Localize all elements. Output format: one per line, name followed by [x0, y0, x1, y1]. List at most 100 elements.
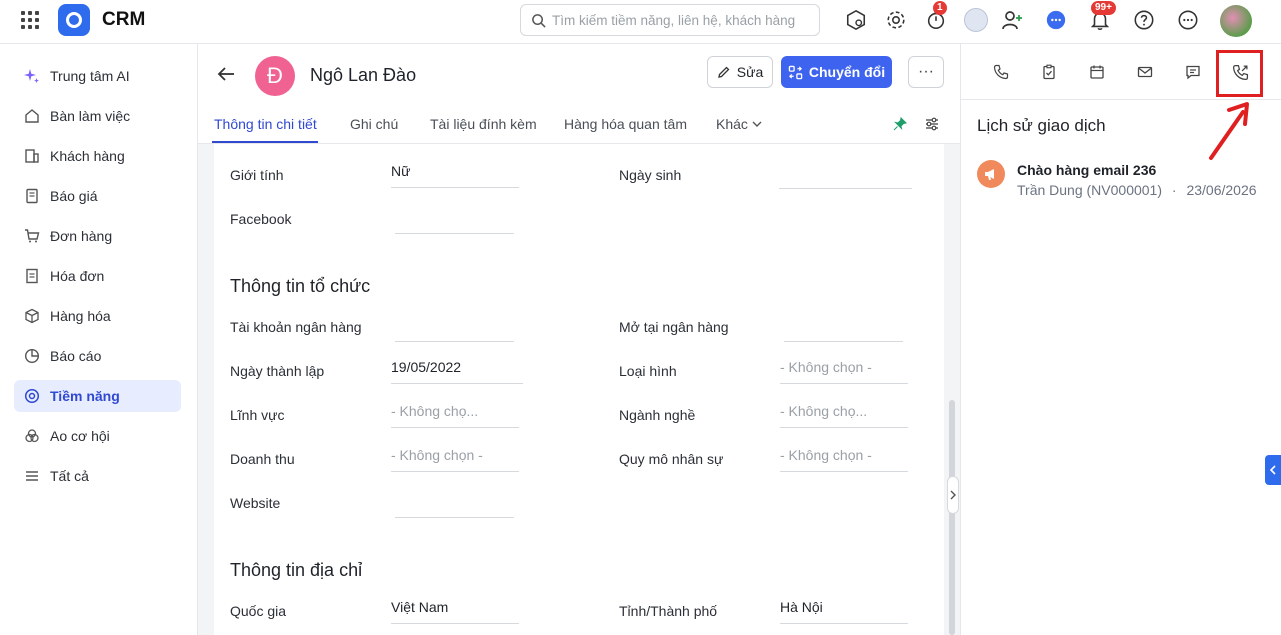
revenue-select[interactable]: - Không chọn -: [391, 444, 519, 472]
sidebar-item-label: Báo cáo: [50, 348, 102, 364]
chevron-right-icon: [950, 490, 956, 500]
form-scrollbar[interactable]: [949, 400, 955, 635]
bank-account-field[interactable]: [395, 314, 514, 342]
mail-icon[interactable]: [1135, 62, 1155, 82]
search-icon: [532, 13, 546, 28]
field-label: Lĩnh vực: [230, 407, 285, 423]
country-select[interactable]: Việt Nam: [391, 596, 519, 624]
province-label: Tỉnh/Thành phố: [619, 603, 718, 619]
founded-field[interactable]: 19/05/2022: [391, 356, 523, 384]
sidebar-item-customers[interactable]: Khách hàng: [14, 140, 181, 172]
active-tab-indicator: [212, 141, 318, 143]
megaphone-icon: [977, 160, 1005, 188]
record-header: Đ Ngô Lan Đào Sửa Chuyển đổi ···: [198, 44, 960, 104]
assistant-avatar[interactable]: [964, 8, 988, 32]
user-avatar[interactable]: [1220, 5, 1252, 37]
website-field[interactable]: [395, 490, 514, 518]
cart-icon: [24, 228, 40, 244]
revenue-label: Doanh thu: [230, 451, 295, 467]
history-item-meta: Trần Dung (NV000001) · 23/06/2026: [1017, 182, 1257, 198]
tab-attachments[interactable]: Tài liệu đính kèm: [430, 116, 537, 132]
add-user-icon[interactable]: [1000, 8, 1024, 32]
side-drawer-tab[interactable]: [1265, 455, 1281, 485]
sidebar-item-label: Hàng hóa: [50, 308, 111, 324]
sidebar-item-label: Tiềm năng: [50, 388, 120, 404]
sidebar-item-invoices[interactable]: Hóa đơn: [14, 260, 181, 292]
sidebar-item-ai-center[interactable]: Trung tâm AI: [14, 60, 181, 92]
crm-logo[interactable]: [58, 4, 90, 36]
sidebar-item-reports[interactable]: Báo cáo: [14, 340, 181, 372]
sidebar: Trung tâm AI Bàn làm việc Khách hàng Báo…: [0, 44, 198, 635]
settings-sliders-icon[interactable]: [922, 114, 942, 134]
search-box[interactable]: [520, 4, 820, 36]
tab-details[interactable]: Thông tin chi tiết: [214, 116, 317, 132]
field-select[interactable]: - Không chọ...: [391, 400, 519, 428]
more-icon[interactable]: [1176, 8, 1200, 32]
cube-search-icon[interactable]: [844, 8, 868, 32]
bank-at-field[interactable]: [784, 314, 903, 342]
help-icon[interactable]: [1132, 8, 1156, 32]
app-grid-icon[interactable]: [20, 10, 40, 30]
chevron-down-icon: [752, 121, 762, 127]
sidebar-item-workspace[interactable]: Bàn làm việc: [14, 100, 181, 132]
notification-badge: 99+: [1091, 1, 1116, 15]
province-select[interactable]: Hà Nội: [780, 596, 908, 624]
annotation-arrow-icon: [1209, 102, 1249, 160]
history-item-title[interactable]: Chào hàng email 236: [1017, 162, 1156, 178]
sidebar-item-quotes[interactable]: Báo giá: [14, 180, 181, 212]
sidebar-item-label: Báo giá: [50, 188, 98, 204]
panel-collapse-handle[interactable]: [947, 476, 959, 514]
task-icon[interactable]: [1039, 62, 1059, 82]
sidebar-item-opportunity-pool[interactable]: Ao cơ hội: [14, 420, 181, 452]
record-avatar: Đ: [255, 56, 295, 96]
top-bar: CRM 1 99+: [0, 0, 1281, 44]
detail-form: Giới tính Nữ Ngày sinh Facebook Thông ti…: [214, 144, 944, 635]
target-icon: [24, 388, 40, 404]
pie-icon: [24, 348, 40, 364]
convert-label: Chuyển đổi: [808, 64, 886, 80]
chat-icon[interactable]: [1044, 8, 1068, 32]
tab-other[interactable]: Khác: [716, 116, 762, 132]
edit-label: Sửa: [736, 64, 764, 80]
industry-select[interactable]: - Không chọ...: [780, 400, 908, 428]
edit-button[interactable]: Sửa: [707, 56, 773, 88]
bank-account-label: Tài khoản ngân hàng: [230, 319, 362, 335]
gender-field[interactable]: Nữ: [391, 160, 519, 188]
quote-icon: [24, 188, 40, 204]
calendar-icon[interactable]: [1087, 62, 1107, 82]
record-name: Ngô Lan Đào: [310, 65, 417, 85]
pin-icon[interactable]: [890, 114, 910, 134]
sidebar-item-leads[interactable]: Tiềm năng: [14, 380, 181, 412]
sidebar-item-label: Bàn làm việc: [50, 108, 131, 124]
timer-badge: 1: [933, 1, 947, 15]
sidebar-item-products[interactable]: Hàng hóa: [14, 300, 181, 332]
birthday-label: Ngày sinh: [619, 167, 682, 183]
staff-size-select[interactable]: - Không chọn -: [780, 444, 908, 472]
home-icon: [24, 108, 40, 124]
search-input[interactable]: [552, 12, 812, 28]
history-item-separator: ·: [1171, 182, 1177, 198]
type-select[interactable]: - Không chọn -: [780, 356, 908, 384]
gear-icon[interactable]: [884, 8, 908, 32]
more-actions-button[interactable]: ···: [908, 56, 944, 88]
tab-other-label: Khác: [716, 116, 748, 132]
website-label: Website: [230, 495, 281, 511]
sidebar-item-orders[interactable]: Đơn hàng: [14, 220, 181, 252]
facebook-field[interactable]: [395, 206, 514, 234]
sidebar-item-label: Tất cả: [50, 468, 89, 484]
phone-icon[interactable]: [991, 62, 1011, 82]
history-item-owner: Trần Dung (NV000001): [1017, 182, 1163, 198]
tab-notes[interactable]: Ghi chú: [350, 116, 398, 132]
back-arrow-icon[interactable]: [216, 64, 236, 84]
founded-label: Ngày thành lập: [230, 363, 325, 379]
message-icon[interactable]: [1183, 62, 1203, 82]
pencil-icon: [717, 66, 730, 78]
convert-button[interactable]: Chuyển đổi: [781, 56, 892, 88]
timer-icon[interactable]: 1: [924, 1, 948, 32]
bell-icon[interactable]: 99+: [1088, 1, 1116, 32]
birthday-field[interactable]: [779, 161, 912, 189]
sidebar-item-all[interactable]: Tất cả: [14, 460, 181, 492]
tab-products-of-interest[interactable]: Hàng hóa quan tâm: [564, 116, 687, 132]
panel-title: Lịch sử giao dịch: [977, 116, 1106, 135]
sidebar-item-label: Khách hàng: [50, 148, 125, 164]
